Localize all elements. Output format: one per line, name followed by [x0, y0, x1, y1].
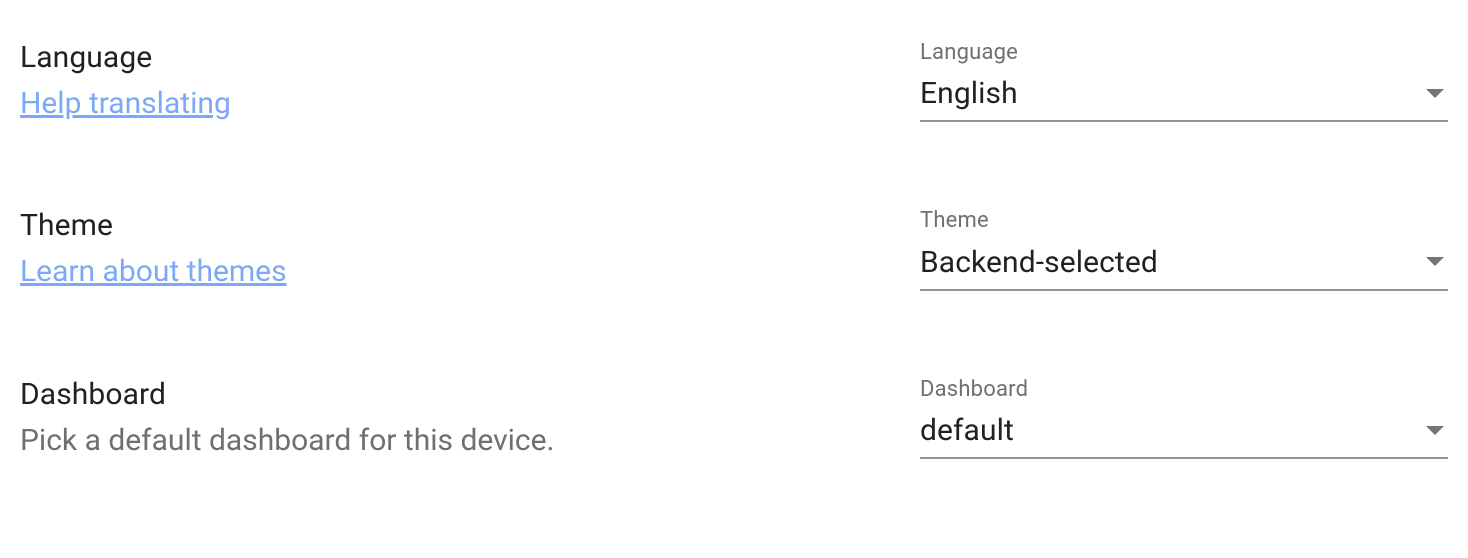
dashboard-select-value-row[interactable]: default: [920, 413, 1448, 449]
dashboard-description: Pick a default dashboard for this device…: [20, 423, 880, 459]
theme-select[interactable]: Theme Backend-selected: [920, 208, 1448, 290]
settings-container: Language Help translating Language Engli…: [0, 0, 1468, 459]
learn-about-themes-link[interactable]: Learn about themes: [20, 254, 287, 290]
row-dashboard-right: Dashboard default: [920, 377, 1448, 459]
theme-select-value: Backend-selected: [920, 245, 1158, 281]
dashboard-select-value: default: [920, 413, 1014, 449]
row-language-left: Language Help translating: [20, 40, 920, 122]
caret-down-icon: [1426, 426, 1444, 435]
theme-select-value-row[interactable]: Backend-selected: [920, 245, 1448, 281]
theme-select-label: Theme: [920, 208, 1448, 234]
help-translating-link[interactable]: Help translating: [20, 86, 231, 122]
language-select-label: Language: [920, 40, 1448, 66]
dashboard-title: Dashboard: [20, 377, 880, 413]
language-select-value-row[interactable]: English: [920, 76, 1448, 112]
row-dashboard: Dashboard Pick a default dashboard for t…: [20, 377, 1448, 459]
row-language: Language Help translating Language Engli…: [20, 40, 1448, 122]
caret-down-icon: [1426, 257, 1444, 266]
row-theme-left: Theme Learn about themes: [20, 208, 920, 290]
row-language-right: Language English: [920, 40, 1448, 122]
dashboard-select-label: Dashboard: [920, 377, 1448, 403]
language-select[interactable]: Language English: [920, 40, 1448, 122]
language-select-value: English: [920, 76, 1018, 112]
theme-title: Theme: [20, 208, 880, 244]
caret-down-icon: [1426, 89, 1444, 98]
row-theme-right: Theme Backend-selected: [920, 208, 1448, 290]
row-dashboard-left: Dashboard Pick a default dashboard for t…: [20, 377, 920, 459]
language-title: Language: [20, 40, 880, 76]
row-theme: Theme Learn about themes Theme Backend-s…: [20, 208, 1448, 290]
dashboard-select[interactable]: Dashboard default: [920, 377, 1448, 459]
